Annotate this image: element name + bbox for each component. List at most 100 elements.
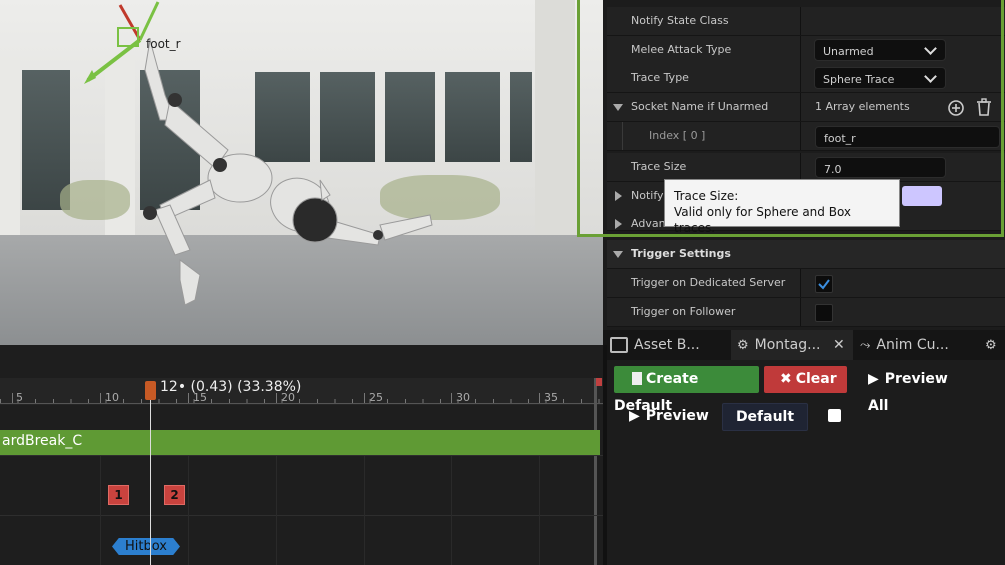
socket-name-input[interactable]: foot_r [815, 126, 1000, 148]
tab-montage[interactable]: ⚙ Montag... ✕ [731, 330, 853, 360]
color-swatch[interactable] [902, 186, 942, 206]
section-title: Trigger Settings [631, 247, 731, 260]
preview-button[interactable]: ▶ Preview [629, 403, 709, 430]
button-label: Default [735, 409, 795, 425]
tooltip: Trace Size: Valid only for Sphere and Bo… [664, 179, 900, 235]
row-trigger-dedicated-server: Trigger on Dedicated Server [607, 269, 1005, 298]
frame-readout: 12• (0.43) (33.38%) [160, 379, 302, 395]
dropdown-value: Unarmed [823, 45, 874, 58]
button-label: Clear [795, 371, 837, 387]
tab-asset-browser[interactable]: Asset B... [610, 330, 730, 360]
notify-state-hitbox[interactable]: Hitbox [112, 538, 180, 555]
trace-size-input[interactable]: 7.0 [815, 157, 946, 178]
row-label: Trigger on Follower [631, 305, 736, 318]
mannequin [84, 1, 433, 306]
tab-overflow[interactable]: ⚙ [985, 330, 1005, 360]
end-marker [594, 378, 597, 565]
grid-line [276, 456, 277, 565]
expand-arrow-icon[interactable] [613, 251, 623, 258]
preview-checkbox[interactable] [828, 409, 841, 422]
checkmark-icon [818, 279, 830, 290]
preview-all-button[interactable]: ▶ Preview All [868, 366, 968, 414]
tab-label: Asset B... [634, 337, 700, 353]
create-default-button[interactable]: Create Default [614, 366, 759, 414]
grid-line [364, 456, 365, 565]
default-button[interactable]: Default [722, 403, 808, 431]
trigger-follower-checkbox[interactable] [815, 304, 833, 322]
column-divider [800, 64, 801, 92]
grid-line [451, 456, 452, 565]
row-label: Advan [631, 217, 666, 230]
array-count: 1 Array elements [815, 100, 910, 113]
row-notify-state-class: Notify State Class [607, 7, 1005, 36]
column-divider [800, 93, 801, 121]
column-divider [800, 7, 801, 35]
row-label: Notify [631, 189, 664, 202]
play-icon: ▶ [629, 408, 640, 424]
row-label: Trigger on Dedicated Server [631, 276, 786, 289]
row-divider [0, 515, 603, 516]
input-value: foot_r [824, 132, 856, 145]
column-divider [800, 153, 801, 181]
row-label: Socket Name if Unarmed [631, 100, 769, 113]
input-value: 7.0 [824, 163, 842, 176]
column-divider [800, 298, 801, 326]
section-marker-2[interactable]: 2 [164, 485, 185, 505]
playhead-handle[interactable] [145, 381, 156, 400]
column-divider [800, 36, 801, 64]
gear-icon: ⚙ [985, 338, 997, 353]
marker-label: 1 [114, 488, 123, 502]
trash-icon[interactable] [975, 98, 993, 117]
tooltip-body: Valid only for Sphere and Box traces. [674, 205, 852, 235]
row-label: Trace Size [631, 160, 687, 173]
trigger-dedicated-server-checkbox[interactable] [815, 275, 833, 293]
section-trigger-settings[interactable]: Trigger Settings [607, 240, 1005, 269]
chevron-down-icon [924, 70, 937, 83]
button-label: Preview [645, 408, 709, 424]
tab-label: Anim Cu... [876, 337, 949, 353]
marker-label: 2 [170, 488, 179, 502]
play-icon: ▶ [868, 371, 879, 387]
folder-icon [610, 337, 628, 353]
notify-label: Hitbox [125, 539, 167, 554]
expand-arrow-icon[interactable] [613, 104, 623, 111]
tab-anim-curves[interactable]: ⤳ Anim Cu... [860, 330, 980, 360]
montage-track[interactable]: ardBreak_C [0, 430, 600, 455]
row-label: Index [ 0 ] [649, 129, 706, 142]
dropdown-value: Sphere Trace [823, 73, 895, 86]
trace-type-dropdown[interactable]: Sphere Trace [814, 67, 946, 89]
column-divider [800, 122, 801, 150]
row-divider [0, 455, 603, 456]
end-flag [596, 378, 602, 386]
add-element-icon[interactable] [947, 99, 965, 117]
x-icon: ✖ [780, 371, 792, 387]
row-label: Notify State Class [631, 14, 729, 27]
row-socket-name: Socket Name if Unarmed 1 Array elements [607, 93, 1005, 122]
playhead-line [150, 392, 151, 565]
expand-arrow-icon[interactable] [615, 219, 622, 229]
row-label: Trace Type [631, 71, 689, 84]
close-icon[interactable]: ✕ [833, 337, 845, 353]
grid-line [188, 456, 189, 565]
column-divider [800, 269, 801, 297]
melee-attack-type-dropdown[interactable]: Unarmed [814, 39, 946, 61]
track-label: ardBreak_C [2, 433, 83, 449]
document-icon [632, 372, 642, 385]
curve-icon: ⤳ [860, 338, 871, 353]
indent-guide [622, 122, 623, 150]
grid-line [100, 456, 101, 565]
tooltip-title: Trace Size: [674, 189, 739, 203]
clear-button[interactable]: ✖ Clear [764, 366, 847, 393]
ruler-baseline [0, 403, 603, 404]
row-label: Melee Attack Type [631, 43, 732, 56]
bone-label: foot_r [146, 37, 181, 51]
viewport[interactable]: foot_r [0, 0, 603, 345]
row-trigger-follower: Trigger on Follower [607, 298, 1005, 327]
section-marker-1[interactable]: 1 [108, 485, 129, 505]
chevron-down-icon [924, 42, 937, 55]
grid-line [539, 456, 540, 565]
gear-icon: ⚙ [737, 338, 749, 353]
expand-arrow-icon[interactable] [615, 191, 622, 201]
panel-splitter[interactable] [603, 345, 607, 565]
minor-ticks [0, 399, 603, 403]
